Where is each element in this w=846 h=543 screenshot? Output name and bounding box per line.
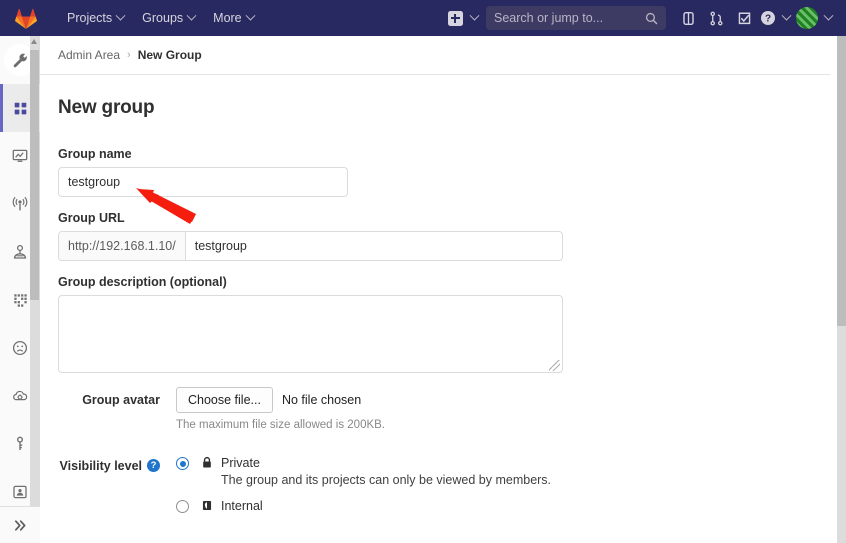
group-url-prefix: http://192.168.1.10/ bbox=[59, 232, 186, 260]
create-new-button[interactable] bbox=[444, 0, 466, 36]
group-url-label: Group URL bbox=[58, 211, 125, 225]
help-icon-glyph: ? bbox=[150, 460, 157, 471]
visibility-level-field: Visibility level ? Private The group and… bbox=[58, 453, 838, 524]
group-url-field: Group URL http://192.168.1.10/ testgroup bbox=[58, 211, 838, 261]
chevron-down-icon bbox=[469, 10, 479, 21]
avatar-help-text: The maximum file size allowed is 200KB. bbox=[176, 419, 385, 431]
merge-requests-icon[interactable] bbox=[702, 0, 730, 36]
visibility-level-label-text: Visibility level bbox=[59, 459, 142, 473]
choose-file-button-label: Choose file... bbox=[188, 393, 261, 407]
top-navigation-bar: Projects Groups More Search or jump to..… bbox=[0, 0, 846, 36]
chevron-down-icon bbox=[781, 10, 791, 21]
top-navigation-right: Search or jump to... ? bbox=[444, 0, 846, 36]
lock-icon bbox=[200, 455, 214, 469]
visibility-private-texts: Private The group and its projects can o… bbox=[221, 455, 551, 488]
abuse-report-icon bbox=[12, 340, 28, 356]
group-avatar-field: Group avatar Choose file... No file chos… bbox=[58, 387, 838, 431]
todos-icon[interactable] bbox=[730, 0, 758, 36]
radio-private[interactable] bbox=[176, 457, 189, 470]
page-scrollbar[interactable] bbox=[837, 36, 846, 543]
group-name-label: Group name bbox=[58, 147, 132, 161]
breadcrumb: Admin Area › New Group bbox=[40, 36, 830, 75]
admin-wrench-icon bbox=[13, 53, 27, 67]
visibility-options: Private The group and its projects can o… bbox=[176, 453, 551, 524]
visibility-private-title: Private bbox=[221, 456, 260, 470]
create-new-caret[interactable] bbox=[466, 0, 482, 36]
file-status-text: No file chosen bbox=[281, 393, 362, 407]
visibility-option-internal[interactable]: Internal bbox=[176, 498, 551, 514]
resize-grip-icon[interactable] bbox=[549, 360, 560, 371]
group-name-value: testgroup bbox=[68, 175, 121, 189]
group-url-value: testgroup bbox=[194, 239, 247, 253]
svg-text:?: ? bbox=[765, 14, 771, 25]
visibility-option-private[interactable]: Private The group and its projects can o… bbox=[176, 455, 551, 488]
main-content: Admin Area › New Group New group Group n… bbox=[40, 36, 838, 543]
template-icon bbox=[13, 485, 27, 499]
hook-icon bbox=[13, 244, 27, 259]
avatar[interactable] bbox=[794, 0, 820, 36]
admin-sidebar bbox=[0, 36, 40, 543]
nav-item-projects-label: Projects bbox=[67, 11, 113, 25]
plus-square-icon bbox=[447, 10, 463, 26]
nav-item-more-label: More bbox=[213, 11, 242, 25]
search-icon bbox=[645, 12, 658, 24]
new-group-form: Group name testgroup Group URL http://19… bbox=[40, 147, 838, 524]
group-name-input[interactable]: testgroup bbox=[58, 167, 348, 197]
sidebar-collapse-button[interactable] bbox=[0, 506, 40, 543]
help-caret[interactable] bbox=[778, 0, 794, 36]
dashboard-grid-icon bbox=[14, 102, 26, 114]
group-url-input-group: http://192.168.1.10/ testgroup bbox=[58, 231, 563, 261]
user-menu-caret[interactable] bbox=[820, 0, 836, 36]
main-nav-links: Projects Groups More bbox=[58, 0, 263, 36]
visibility-private-description: The group and its projects can only be v… bbox=[221, 473, 552, 487]
group-description-field: Group description (optional) bbox=[58, 275, 838, 373]
visibility-internal-title: Internal bbox=[221, 499, 263, 513]
group-url-input[interactable]: testgroup bbox=[186, 232, 562, 260]
search-input[interactable]: Search or jump to... bbox=[486, 6, 666, 30]
group-name-field: Group name testgroup bbox=[58, 147, 838, 197]
visibility-level-label: Visibility level ? bbox=[58, 453, 176, 524]
visibility-internal-texts: Internal bbox=[221, 498, 263, 514]
nav-item-groups[interactable]: Groups bbox=[133, 0, 204, 36]
group-description-textarea[interactable] bbox=[58, 295, 563, 373]
breadcrumb-separator-icon: › bbox=[127, 49, 131, 61]
page-scrollbar-thumb[interactable] bbox=[837, 36, 846, 326]
nav-item-groups-label: Groups bbox=[142, 11, 184, 25]
chevron-down-icon bbox=[823, 10, 833, 21]
choose-file-button[interactable]: Choose file... bbox=[176, 387, 273, 413]
broadcast-icon bbox=[12, 196, 28, 211]
nav-item-projects[interactable]: Projects bbox=[58, 0, 133, 36]
chevron-double-right-icon bbox=[14, 519, 25, 531]
sidebar-scrollbar-thumb[interactable] bbox=[30, 50, 39, 300]
scroll-up-arrow-icon[interactable] bbox=[31, 39, 37, 44]
page-title: New group bbox=[58, 97, 155, 118]
gitlab-logo-icon[interactable] bbox=[8, 0, 44, 36]
radio-internal[interactable] bbox=[176, 500, 189, 513]
applications-grid-icon bbox=[13, 293, 27, 307]
group-avatar-controls: Choose file... No file chosen The maximu… bbox=[176, 387, 385, 431]
issues-icon[interactable] bbox=[674, 0, 702, 36]
group-avatar-label: Group avatar bbox=[82, 393, 160, 407]
nav-item-more[interactable]: More bbox=[204, 0, 262, 36]
key-icon bbox=[16, 436, 23, 450]
search-placeholder: Search or jump to... bbox=[494, 11, 604, 25]
chevron-down-icon bbox=[115, 10, 126, 21]
help-icon[interactable]: ? bbox=[758, 0, 778, 36]
help-icon[interactable]: ? bbox=[147, 459, 160, 472]
shield-icon bbox=[200, 498, 214, 512]
chevron-down-icon bbox=[186, 10, 197, 21]
cloud-gear-icon bbox=[13, 390, 28, 401]
breadcrumb-admin-area[interactable]: Admin Area bbox=[58, 48, 120, 62]
monitor-icon bbox=[12, 149, 28, 162]
chevron-down-icon bbox=[245, 10, 256, 21]
sidebar-scrollbar[interactable] bbox=[30, 36, 39, 506]
group-description-label: Group description (optional) bbox=[58, 275, 227, 289]
breadcrumb-current: New Group bbox=[137, 48, 202, 62]
user-avatar-image bbox=[796, 7, 818, 29]
